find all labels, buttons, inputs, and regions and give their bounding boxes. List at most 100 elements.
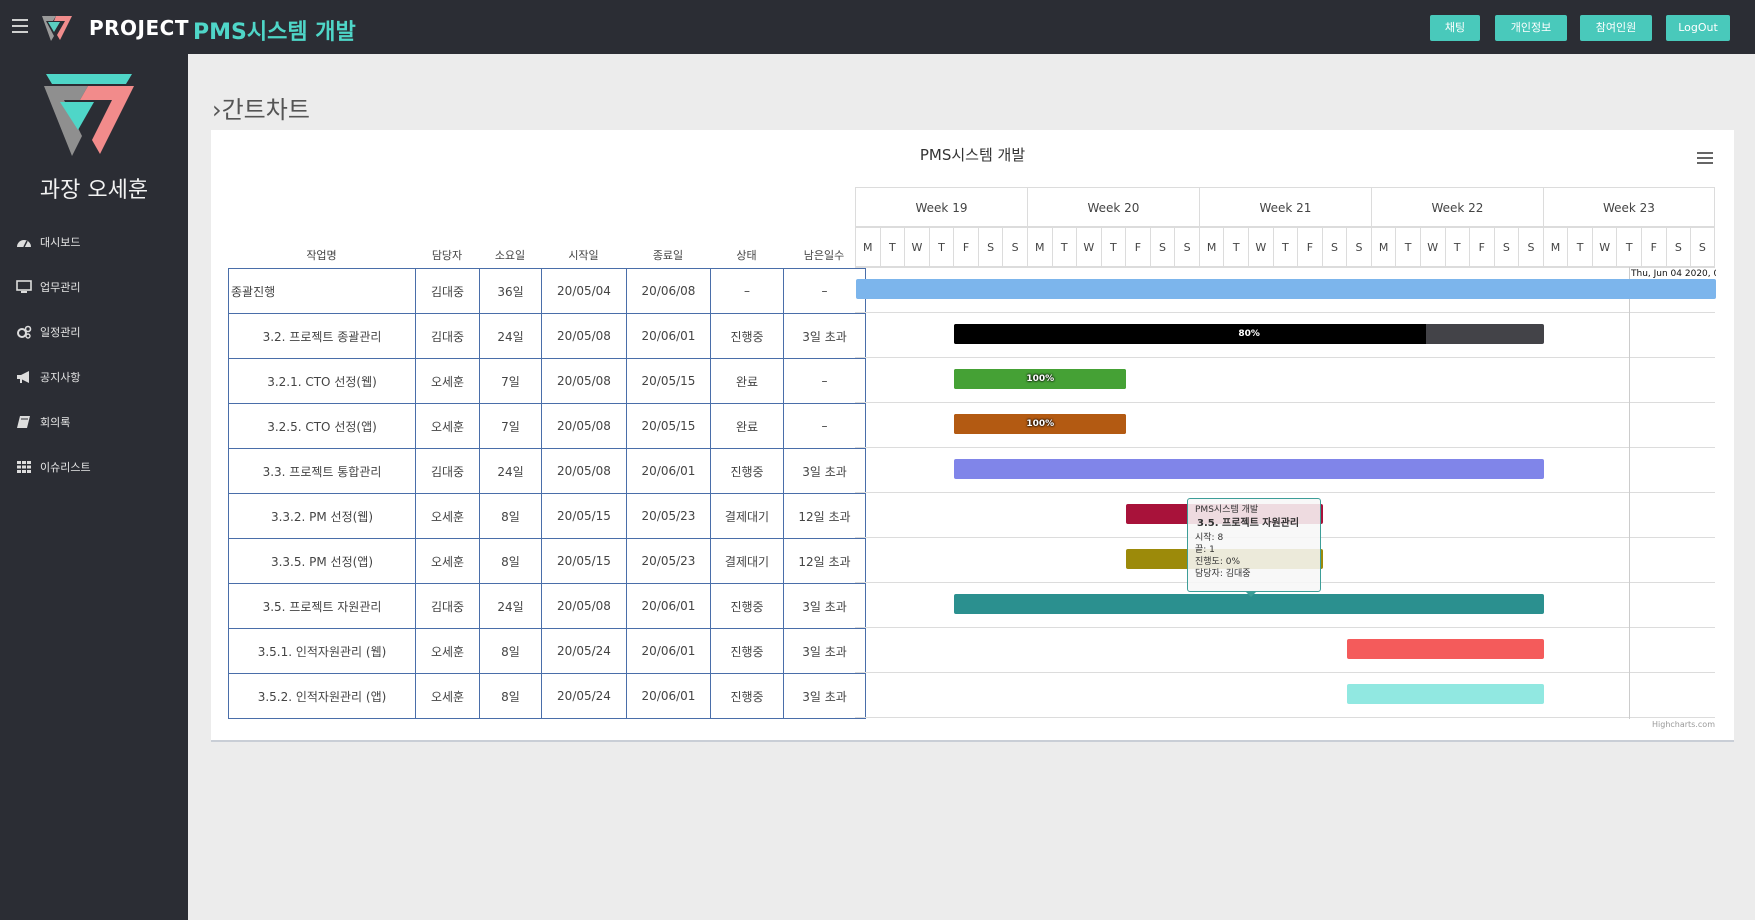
cell-name: 3.2.1. CTO 선정(웹) (228, 358, 416, 404)
cell-end: 20/06/01 (626, 313, 711, 359)
day-label: S (1493, 227, 1519, 267)
gantt-bar[interactable]: 80% (954, 324, 1544, 344)
table-row[interactable]: 종괄진행 김대중 36일 20/05/04 20/06/08– – (228, 268, 866, 314)
cell-owner: 김대중 (415, 268, 480, 314)
gantt-bar[interactable] (954, 594, 1544, 614)
day-label: S (977, 227, 1003, 267)
row-gridline (855, 402, 1715, 403)
col-header-task: 작업명 (306, 249, 337, 262)
week-label: Week 23 (1542, 187, 1715, 227)
day-label: S (1346, 227, 1371, 267)
day-label: S (1518, 227, 1543, 267)
table-row[interactable]: 3.2.1. CTO 선정(웹) 오세훈 7일 20/05/08 20/05/15 완료 – (228, 358, 866, 404)
sidebar-item-schedule[interactable]: 일정관리 (16, 322, 80, 342)
table-row[interactable]: 3.5.1. 인적자원관리 (웹) 오세훈 8일 20/05/24 20/06/01 진행… (228, 628, 866, 674)
gantt-bar[interactable]: 100% (954, 414, 1127, 434)
col-header-remaining: 남은일수 (803, 249, 845, 262)
table-row[interactable]: 3.5.2. 인적자원관리 (앱) 오세훈 8일 20/05/24 20/06/01 진행… (228, 673, 866, 719)
cell-name: 3.5.1. 인적자원관리 (웹) (228, 628, 416, 674)
cell-start: 20/05/08 (541, 313, 627, 359)
day-header: MTWTFSSMTWTFSSMTWTFSSMTWTFSSMTWTFSS (855, 227, 1715, 267)
cell-end: 20/06/01 (626, 628, 711, 674)
cell-name: 3.3.2. PM 선정(웹) (228, 493, 416, 539)
cell-end: 20/05/15 (626, 403, 711, 449)
sidebar-item-notices[interactable]: 공지사항 (16, 367, 80, 387)
bar-progress-label: 100% (1026, 374, 1055, 384)
cell-remaining: 3일 초과 (783, 313, 866, 359)
day-label: S (1665, 227, 1691, 267)
megaphone-icon (17, 371, 29, 383)
sidebar-item-tasks[interactable]: 업무관리 (16, 277, 80, 297)
col-header-status: 상태 (736, 249, 757, 262)
table-row[interactable]: 3.2. 프로젝트 종괄관리 김대중 24일 20/05/08 20/06/01 진행중 3… (228, 313, 866, 359)
cell-end: 20/06/01 (626, 583, 711, 629)
day-label: F (1469, 227, 1494, 267)
cell-remaining: 3일 초과 (783, 448, 866, 494)
day-label: T (1223, 227, 1248, 267)
project-logo-icon (44, 74, 134, 156)
cell-owner: 김대중 (415, 313, 480, 359)
sidebar-item-issues[interactable]: 이슈리스트 (16, 457, 91, 477)
gantt-bar[interactable] (1347, 639, 1544, 659)
row-gridline (855, 492, 1715, 493)
gears-icon (17, 325, 32, 339)
table-row[interactable]: 3.3. 프로젝트 통합관리 김대중 24일 20/05/08 20/06/01 진행중 3… (228, 448, 866, 494)
cell-name: 3.2.5. CTO 선정(앱) (228, 403, 416, 449)
cell-status: 진행중 (710, 313, 784, 359)
day-label: T (1051, 227, 1077, 267)
cell-name: 종괄진행 (228, 268, 416, 314)
col-header-end: 종료일 (652, 249, 684, 262)
day-label: F (1297, 227, 1322, 267)
chart-title: PMS시스템 개발 (919, 146, 1026, 164)
gantt-bar[interactable] (1347, 684, 1544, 704)
day-label: W (1076, 227, 1101, 267)
chat-button[interactable]: 채팅 (1430, 15, 1480, 41)
cell-duration: 24일 (479, 448, 542, 494)
col-header-owner: 담당자 (431, 249, 463, 262)
gantt-bar[interactable] (954, 459, 1544, 479)
cell-status: – (710, 268, 784, 314)
day-label: S (1002, 227, 1027, 267)
table-row[interactable]: 3.2.5. CTO 선정(앱) 오세훈 7일 20/05/08 20/05/15 완료 – (228, 403, 866, 449)
col-header-start: 시작일 (568, 249, 599, 262)
cell-owner: 오세훈 (415, 358, 480, 404)
logout-button[interactable]: LogOut (1666, 15, 1730, 41)
cell-name: 3.2. 프로젝트 종괄관리 (228, 313, 416, 359)
cell-owner: 오세훈 (415, 538, 480, 584)
day-label: W (1248, 227, 1273, 267)
cell-status: 진행중 (710, 448, 784, 494)
day-label: T (1100, 227, 1126, 267)
gantt-bar[interactable]: 100% (954, 369, 1127, 389)
row-gridline (855, 627, 1715, 628)
day-label: T (1272, 227, 1298, 267)
participants-button[interactable]: 참여인원 (1580, 15, 1652, 41)
user-name: 과장 오세훈 (39, 178, 149, 203)
cell-owner: 김대중 (415, 448, 480, 494)
day-label: M (1542, 227, 1568, 267)
gantt-bar[interactable] (856, 279, 1716, 299)
cell-duration: 24일 (479, 313, 542, 359)
task-grid: 종괄진행 김대중 36일 20/05/04 20/06/08– –3.2. 프로젝트 종괄… (228, 268, 866, 719)
row-gridline (855, 672, 1715, 673)
table-row[interactable]: 3.3.2. PM 선정(웹) 오세훈 8일 20/05/15 20/05/23 결제대기… (228, 493, 866, 539)
day-label: F (953, 227, 978, 267)
book-icon (17, 416, 30, 428)
cell-remaining: 12일 초과 (783, 493, 866, 539)
cell-status: 완료 (710, 403, 784, 449)
profile-button[interactable]: 개인정보 (1495, 15, 1567, 41)
table-row[interactable]: 3.5. 프로젝트 자원관리 김대중 24일 20/05/08 20/06/01 진행중 3… (228, 583, 866, 629)
chart-menu-icon[interactable] (1697, 152, 1713, 166)
sidebar-item-minutes[interactable]: 회의록 (16, 412, 70, 432)
day-label: F (1125, 227, 1150, 267)
hamburger-menu-icon[interactable] (12, 19, 28, 33)
row-gridline (855, 717, 1715, 718)
sidebar-item-dashboard[interactable]: 대시보드 (16, 232, 80, 252)
table-row[interactable]: 3.3.5. PM 선정(앱) 오세훈 8일 20/05/15 20/05/23 결제대기… (228, 538, 866, 584)
day-label: W (1591, 227, 1617, 267)
day-label: T (1616, 227, 1641, 267)
day-label: S (1149, 227, 1175, 267)
chart-credits[interactable]: Highcharts.com (1652, 720, 1715, 729)
cell-remaining: 3일 초과 (783, 583, 866, 629)
day-label: S (1690, 227, 1715, 267)
day-label: M (1198, 227, 1224, 267)
